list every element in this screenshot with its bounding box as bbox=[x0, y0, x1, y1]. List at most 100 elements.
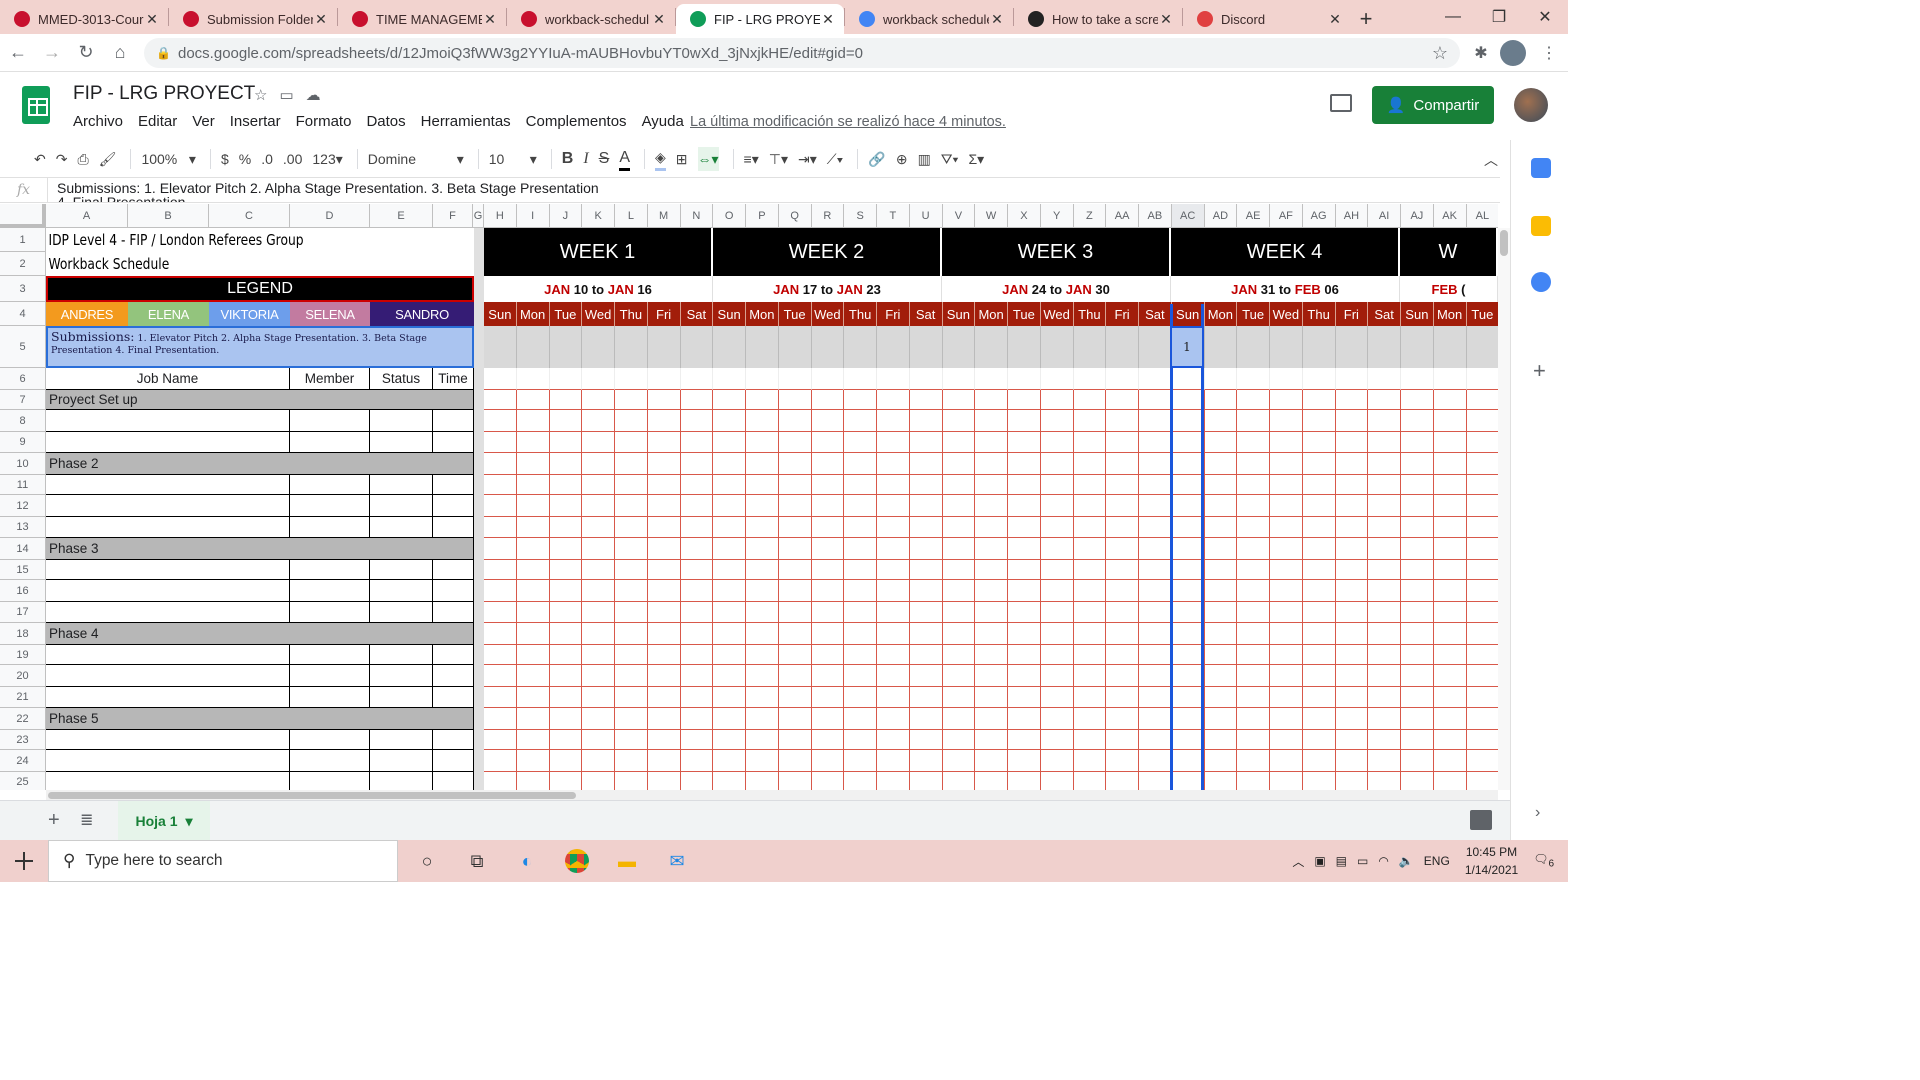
row-header[interactable]: 25 bbox=[0, 772, 46, 790]
grid-cell[interactable] bbox=[647, 410, 681, 432]
grid-cell[interactable] bbox=[975, 390, 1008, 410]
grid-cell[interactable] bbox=[942, 730, 976, 750]
grid-cell[interactable] bbox=[582, 623, 615, 645]
grid-cell[interactable] bbox=[1303, 772, 1336, 790]
grid-cell[interactable] bbox=[582, 580, 615, 602]
grid-cell[interactable] bbox=[549, 453, 583, 475]
grid-cell[interactable] bbox=[877, 687, 910, 708]
grid-cell[interactable] bbox=[582, 730, 615, 750]
grid-cell[interactable] bbox=[1335, 580, 1369, 602]
grid-cell[interactable] bbox=[975, 517, 1008, 538]
grid-cell[interactable] bbox=[582, 645, 615, 665]
grid-cell[interactable] bbox=[713, 772, 746, 790]
currency-button[interactable]: $ bbox=[221, 147, 229, 171]
phase-row[interactable]: Phase 4 bbox=[46, 623, 474, 645]
grid-cell[interactable] bbox=[1270, 645, 1303, 665]
column-header[interactable]: C bbox=[209, 204, 290, 228]
grid-cell[interactable] bbox=[1041, 772, 1074, 790]
grid-cell[interactable] bbox=[549, 368, 583, 390]
grid-cell[interactable] bbox=[1335, 453, 1369, 475]
grid-cell[interactable] bbox=[975, 687, 1008, 708]
grid-cell[interactable] bbox=[1302, 326, 1336, 368]
grid-cell[interactable] bbox=[1237, 645, 1270, 665]
decrease-decimal-button[interactable]: .0 bbox=[261, 147, 273, 171]
grid-cell[interactable] bbox=[877, 560, 910, 580]
insert-comment-icon[interactable]: ⊕ bbox=[896, 147, 908, 171]
grid-cell[interactable] bbox=[549, 687, 583, 708]
home-icon[interactable]: ⌂ bbox=[104, 37, 136, 69]
grid-cell[interactable] bbox=[516, 453, 550, 475]
grid-cell[interactable] bbox=[1040, 560, 1074, 580]
grid-cell[interactable] bbox=[516, 495, 550, 517]
grid-cell[interactable] bbox=[942, 475, 976, 495]
grid-cell[interactable] bbox=[1008, 580, 1041, 602]
grid-cell[interactable] bbox=[549, 730, 583, 750]
grid-cell[interactable] bbox=[1335, 432, 1369, 453]
task-cell[interactable] bbox=[433, 645, 474, 665]
document-title[interactable]: FIP - LRG PROYECT bbox=[73, 83, 255, 105]
undo-icon[interactable]: ↶ bbox=[34, 147, 46, 171]
task-cell[interactable] bbox=[46, 410, 290, 432]
grid-cell[interactable] bbox=[1204, 708, 1238, 730]
grid-cell[interactable] bbox=[1335, 730, 1369, 750]
cloud-status-icon[interactable]: ☁ bbox=[306, 86, 321, 104]
grid-cell[interactable] bbox=[844, 453, 877, 475]
row-header[interactable]: 24 bbox=[0, 750, 46, 772]
grid-cell[interactable] bbox=[680, 517, 714, 538]
grid-cell[interactable] bbox=[844, 708, 877, 730]
grid-cell[interactable] bbox=[1401, 730, 1434, 750]
grid-cell[interactable] bbox=[1270, 475, 1303, 495]
task-cell[interactable] bbox=[290, 560, 370, 580]
grid-cell[interactable] bbox=[615, 410, 648, 432]
zoom-select[interactable]: 100% ▾ bbox=[141, 147, 196, 171]
grid-cell[interactable] bbox=[1302, 645, 1336, 665]
grid-cell[interactable] bbox=[1008, 475, 1041, 495]
task-cell[interactable] bbox=[433, 432, 474, 453]
column-header[interactable]: E bbox=[370, 204, 433, 228]
grid-cell[interactable] bbox=[778, 708, 812, 730]
grid-cell[interactable] bbox=[1237, 410, 1270, 432]
text-wrap-icon[interactable]: ⇥▾ bbox=[798, 147, 817, 171]
grid-cell[interactable] bbox=[549, 623, 583, 645]
grid-cell[interactable] bbox=[1270, 602, 1303, 623]
grid-cell[interactable] bbox=[1433, 708, 1467, 730]
grid-cell[interactable] bbox=[1270, 560, 1303, 580]
grid-cell[interactable] bbox=[549, 708, 583, 730]
grid-cell[interactable] bbox=[1106, 390, 1139, 410]
task-cell[interactable] bbox=[290, 665, 370, 687]
grid-cell[interactable] bbox=[778, 453, 812, 475]
grid-cell[interactable] bbox=[615, 560, 648, 580]
grid-cell[interactable] bbox=[909, 580, 943, 602]
grid-cell[interactable] bbox=[680, 708, 714, 730]
grid-cell[interactable] bbox=[713, 708, 746, 730]
grid-cell[interactable] bbox=[1073, 326, 1107, 368]
grid-cell[interactable] bbox=[615, 368, 648, 390]
grid-cell[interactable] bbox=[877, 410, 910, 432]
column-header[interactable]: N bbox=[680, 204, 714, 228]
browser-tab[interactable]: Submission Folder ✕ bbox=[169, 4, 337, 34]
cortana-icon[interactable]: ○ bbox=[402, 840, 452, 882]
grid-cell[interactable] bbox=[484, 560, 517, 580]
grid-cell[interactable] bbox=[1008, 645, 1041, 665]
grid-cell[interactable] bbox=[549, 538, 583, 560]
grid-cell[interactable] bbox=[1106, 517, 1139, 538]
grid-cell[interactable] bbox=[1401, 538, 1434, 560]
grid-cell[interactable] bbox=[713, 538, 746, 560]
grid-cell[interactable] bbox=[746, 665, 779, 687]
grid-cell[interactable] bbox=[811, 687, 845, 708]
grid-cell[interactable] bbox=[582, 708, 615, 730]
grid-cell[interactable] bbox=[484, 687, 517, 708]
grid-cell[interactable] bbox=[484, 580, 517, 602]
grid-cell[interactable] bbox=[1139, 772, 1172, 790]
grid-cell[interactable] bbox=[746, 432, 779, 453]
row-header[interactable]: 12 bbox=[0, 495, 46, 517]
grid-cell[interactable] bbox=[909, 475, 943, 495]
grid-cell[interactable] bbox=[516, 580, 550, 602]
grid-cell[interactable] bbox=[778, 560, 812, 580]
row-header[interactable]: 23 bbox=[0, 730, 46, 750]
grid-cell[interactable] bbox=[1466, 730, 1498, 750]
grid-cell[interactable] bbox=[1433, 326, 1467, 368]
grid-cell[interactable] bbox=[1237, 368, 1270, 390]
grid-cell[interactable] bbox=[909, 708, 943, 730]
grid-cell[interactable] bbox=[778, 623, 812, 645]
